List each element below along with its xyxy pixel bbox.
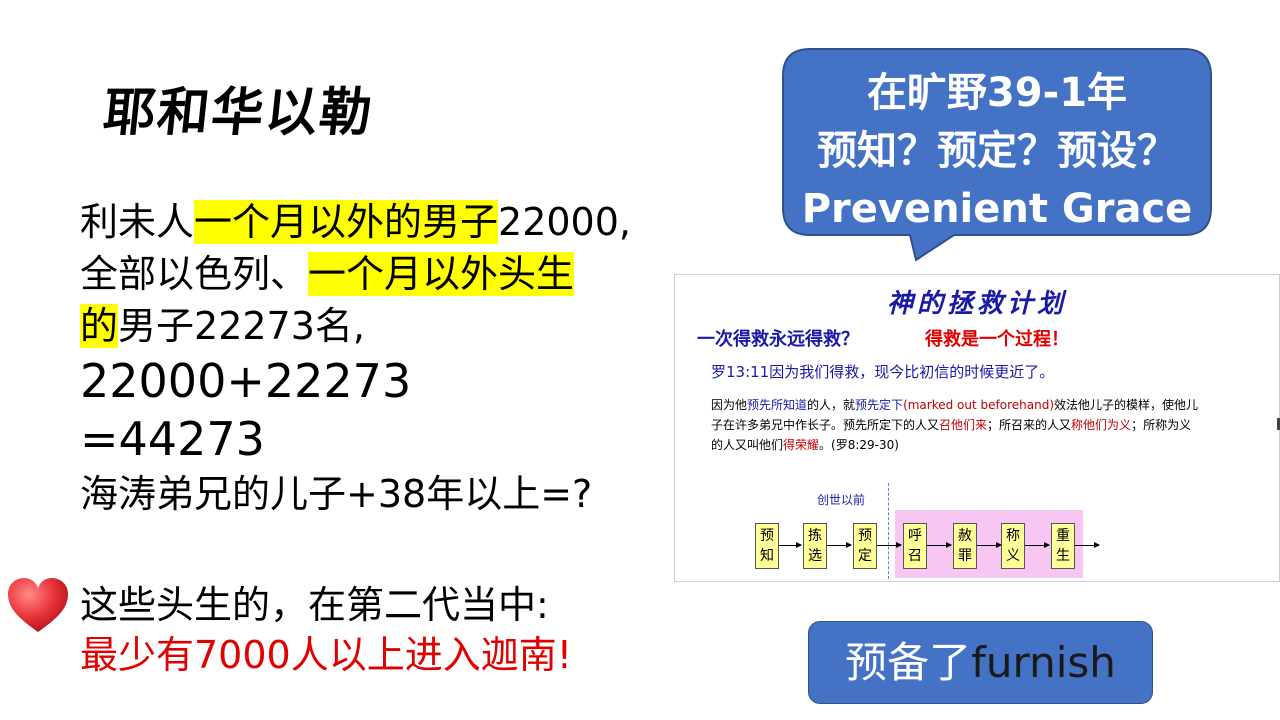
body-line3-highlight: 的 — [80, 304, 119, 348]
speech-bubble: 在旷野39-1年 预知？预定？预设？ Prevenient Grace — [782, 48, 1212, 262]
inset-paragraph: 因为他预先所知道的人，就预先定下(marked out beforehand)效… — [711, 395, 1201, 455]
flow-arrow — [779, 542, 802, 548]
para-called: 召他们来 — [939, 418, 988, 432]
salvation-plan-image: 神的拯救计划 一次得救永远得救？ 得救是一个过程！ 罗13:11因为我们得救，现… — [674, 274, 1280, 582]
question-line: 海涛弟兄的儿子+38年以上=? — [80, 472, 593, 516]
note-line2: 最少有7000人以上进入迦南! — [80, 633, 572, 677]
para-reference: 。(罗8:29-30) — [819, 438, 899, 452]
flow-box-call: 呼召 — [903, 523, 927, 569]
body-line3-b: 男子22273名, — [118, 304, 365, 348]
inset-verse: 罗13:11因为我们得救，现今比初信的时候更近了。 — [711, 363, 1055, 381]
sum-line2: =44273 — [80, 412, 265, 466]
body-line1-highlight: 一个月以外的男子 — [194, 200, 499, 244]
flow-arrow — [877, 542, 902, 548]
para-glorified: 得荣耀 — [783, 438, 820, 452]
bubble-line3: Prevenient Grace — [801, 186, 1193, 232]
para-justified: 称他们为义 — [1071, 418, 1132, 432]
furnish-chinese: 预备了 — [845, 638, 972, 687]
para-text: ；所召来的人又 — [987, 418, 1072, 432]
flow-arrow — [1075, 542, 1100, 548]
flow-arrow — [927, 542, 952, 548]
flow-box-predestine: 预定 — [853, 523, 877, 569]
body-line1-a: 利未人 — [80, 200, 195, 244]
flow-arrow — [977, 542, 1002, 548]
body-line2-highlight: 一个月以外头生 — [308, 252, 575, 296]
bubble-line2: 预知？预定？预设？ — [817, 128, 1177, 174]
flow-box-foreknow: 预知 — [755, 523, 779, 569]
bubble-text: 在旷野39-1年 预知？预定？预设？ Prevenient Grace — [782, 64, 1212, 238]
heart-icon — [6, 576, 70, 636]
para-text: 因为他 — [711, 398, 748, 412]
flow-box-justify: 称义 — [1001, 523, 1025, 569]
body-line1-b: 22000, — [498, 200, 631, 244]
body-text: 利未人一个月以外的男子22000, 全部以色列、一个月以外头生 的男子22273… — [80, 196, 680, 520]
furnish-box: 预备了furnish — [808, 621, 1153, 704]
flow-box-elect: 拣选 — [803, 523, 827, 569]
para-text: 的人，就 — [807, 398, 856, 412]
sum-line1: 22000+22273 — [80, 354, 412, 408]
flow-box-regenerate: 重生 — [1051, 523, 1075, 569]
para-foreknew: 预先所知道 — [747, 398, 808, 412]
body-line2-a: 全部以色列、 — [80, 252, 309, 296]
bubble-line1: 在旷野39-1年 — [866, 70, 1128, 116]
para-english-note: (marked out beforehand) — [903, 398, 1055, 412]
para-predestined: 预先定下 — [855, 398, 904, 412]
inset-title: 神的拯救计划 — [886, 289, 1067, 319]
inset-question: 一次得救永远得救？ — [697, 329, 859, 350]
flow-arrow — [1025, 542, 1050, 548]
slide-title: 耶和华以勒 — [100, 82, 377, 143]
note-line1: 这些头生的，在第二代当中: — [80, 583, 549, 627]
flow-arrow — [827, 542, 852, 548]
divider — [888, 483, 889, 579]
inset-answer: 得救是一个过程！ — [925, 329, 1069, 350]
flow-label: 创世以前 — [817, 493, 866, 507]
furnish-english: furnish — [971, 638, 1116, 687]
flow-box-forgive: 赦罪 — [953, 523, 977, 569]
note: 这些头生的，在第二代当中: 最少有7000人以上进入迦南! — [80, 580, 700, 680]
